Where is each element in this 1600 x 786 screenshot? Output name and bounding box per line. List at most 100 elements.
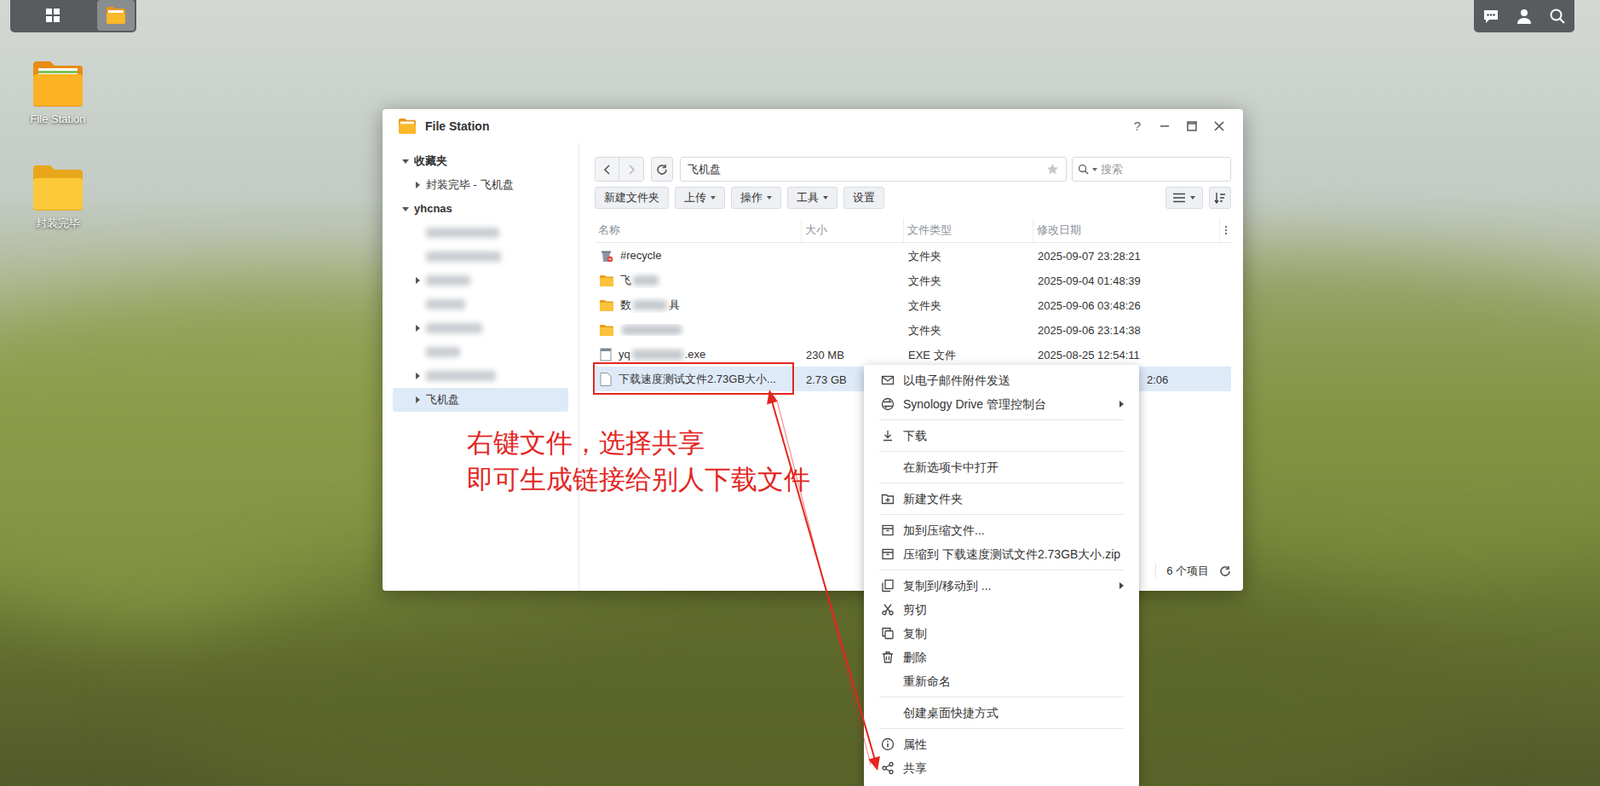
file-name-tail: .exe (684, 345, 707, 363)
path-field[interactable]: 飞机盘 (679, 156, 1067, 182)
exe-file-icon (599, 347, 612, 362)
favorite-star-icon[interactable] (1046, 162, 1059, 176)
menu-icon-slot (880, 428, 895, 443)
desktop-icon[interactable]: File Station (17, 59, 99, 127)
column-header[interactable]: 名称 (594, 218, 801, 242)
sidebar-item[interactable]: 收藏夹 (392, 149, 569, 173)
menu-item[interactable]: 压缩到 下载速度测试文件2.73GB大小.zip (863, 541, 1140, 566)
name-wrap: 数具 (620, 296, 680, 314)
maximize-icon[interactable] (1183, 117, 1201, 135)
menu-separator (879, 569, 1124, 570)
sidebar-label[interactable]: 收藏夹 (414, 152, 448, 170)
sidebar-item[interactable]: yhcnas (392, 196, 569, 221)
menu-item[interactable]: 新建文件夹 (863, 486, 1140, 511)
desktop-icon-label[interactable]: 封装完毕 (35, 216, 81, 231)
toolbar-button[interactable]: 新建文件夹 (594, 186, 669, 209)
forward-button[interactable] (619, 157, 644, 181)
tree-toggle[interactable] (413, 395, 422, 404)
search-field[interactable] (1071, 156, 1232, 182)
tree-toggle (413, 228, 422, 237)
refresh-icon[interactable] (1219, 564, 1232, 577)
desktop-icon[interactable]: 封装完毕 (17, 163, 99, 231)
type-cell: 文件夹 (903, 294, 1033, 316)
menu-item[interactable]: 共享 (863, 755, 1140, 780)
menu-item[interactable]: 加到压缩文件... (863, 517, 1140, 542)
menu-item[interactable]: Synology Drive 管理控制台 (863, 391, 1140, 416)
menu-item[interactable]: 属性 (863, 731, 1140, 756)
folder-icon (599, 274, 614, 287)
menu-item[interactable]: 删除 (863, 644, 1140, 669)
back-icon (602, 164, 613, 175)
menu-item[interactable]: 重新命名 (863, 668, 1140, 693)
sidebar-item[interactable] (392, 316, 569, 340)
toolbar-button[interactable]: 设置 (843, 186, 885, 209)
search-input[interactable] (1100, 161, 1226, 179)
context-menu: 以电子邮件附件发送Synology Drive 管理控制台下载在新选项卡中打开新… (863, 364, 1140, 786)
column-header[interactable]: 修改日期 (1032, 218, 1220, 242)
column-header[interactable]: 大小 (800, 218, 904, 242)
minimize-icon[interactable] (1156, 117, 1174, 135)
table-row[interactable]: #recycle文件夹2025-09-07 23:28:21 (594, 242, 1232, 268)
tree-toggle[interactable] (401, 204, 410, 213)
table-row[interactable]: 数具文件夹2025-09-06 03:48:26 (594, 292, 1232, 317)
toolbar-button[interactable]: 操作 (730, 186, 782, 209)
file-station-icon (397, 117, 417, 135)
menu-label: 重新命名 (903, 672, 1124, 691)
more-icon (1224, 224, 1228, 236)
date-cell: 2025-09-06 23:14:38 (1032, 319, 1220, 340)
table-row[interactable]: 飞文件夹2025-09-04 01:48:39 (594, 267, 1232, 293)
menu-item[interactable]: 复制 (863, 621, 1140, 645)
sort-icon (1214, 191, 1226, 204)
sort-button[interactable] (1208, 186, 1232, 209)
tree-toggle[interactable] (401, 156, 410, 166)
menu-item[interactable]: 剪切 (863, 597, 1140, 622)
tree-toggle[interactable] (413, 371, 422, 380)
sidebar-item[interactable] (392, 244, 569, 269)
table-header: 名称大小文件类型修改日期 (594, 218, 1232, 243)
sidebar-label[interactable]: yhcnas (414, 200, 453, 218)
toolbar-button[interactable]: 工具 (787, 186, 838, 209)
taskbar (10, 0, 137, 33)
close-icon[interactable] (1210, 117, 1228, 135)
sidebar-label[interactable]: 封装完毕 - 飞机盘 (425, 176, 514, 194)
taskbar-button[interactable] (97, 0, 135, 31)
view-mode-button[interactable] (1165, 186, 1203, 209)
column-header[interactable]: 文件类型 (903, 218, 1033, 242)
sidebar-item[interactable]: 飞机盘 (392, 387, 569, 412)
tree-toggle[interactable] (413, 180, 422, 190)
taskbar-button[interactable] (11, 0, 94, 31)
toolbar-button[interactable]: 上传 (674, 186, 726, 209)
menu-icon-slot (880, 460, 895, 474)
sidebar-item[interactable] (392, 268, 569, 293)
table-row[interactable]: 文件夹2025-09-06 23:14:38 (594, 316, 1232, 342)
menu-item[interactable]: 在新选项卡中打开 (863, 454, 1140, 479)
tree-toggle[interactable] (413, 323, 422, 333)
sidebar: 收藏夹封装完毕 - 飞机盘 yhcnas 飞机盘 (382, 143, 580, 591)
user-icon[interactable] (1515, 7, 1533, 25)
back-button[interactable] (595, 157, 620, 181)
sidebar-item[interactable] (392, 363, 569, 388)
refresh-button[interactable] (650, 156, 674, 182)
sidebar-item[interactable]: 封装完毕 - 飞机盘 (392, 172, 569, 197)
menu-separator (879, 513, 1124, 515)
menu-item[interactable]: 下载 (863, 423, 1140, 448)
blurred-text (633, 275, 659, 286)
column-menu[interactable] (1219, 218, 1232, 242)
search-icon[interactable] (1548, 7, 1566, 25)
menu-item[interactable]: 创建桌面快捷方式 (863, 700, 1140, 725)
chat-icon[interactable] (1482, 7, 1500, 25)
sidebar-item[interactable] (392, 220, 569, 245)
desktop-icon-label[interactable]: File Station (29, 112, 86, 127)
file-size: 2.73 GB (805, 373, 847, 386)
menu-item[interactable]: 复制到/移动到 ... (863, 573, 1140, 598)
file-station-icon (105, 5, 127, 25)
search-options-caret-icon[interactable] (1092, 167, 1098, 172)
toolbar-spacer (890, 186, 1160, 209)
sidebar-item[interactable] (392, 292, 569, 317)
help-button[interactable]: ? (1128, 116, 1146, 137)
tree-toggle[interactable] (413, 276, 422, 285)
menu-item[interactable]: 以电子邮件附件发送 (863, 368, 1140, 392)
sidebar-label[interactable]: 飞机盘 (425, 391, 460, 409)
sidebar-item[interactable] (392, 339, 569, 364)
item-count: 6 个项目 (1166, 562, 1209, 580)
